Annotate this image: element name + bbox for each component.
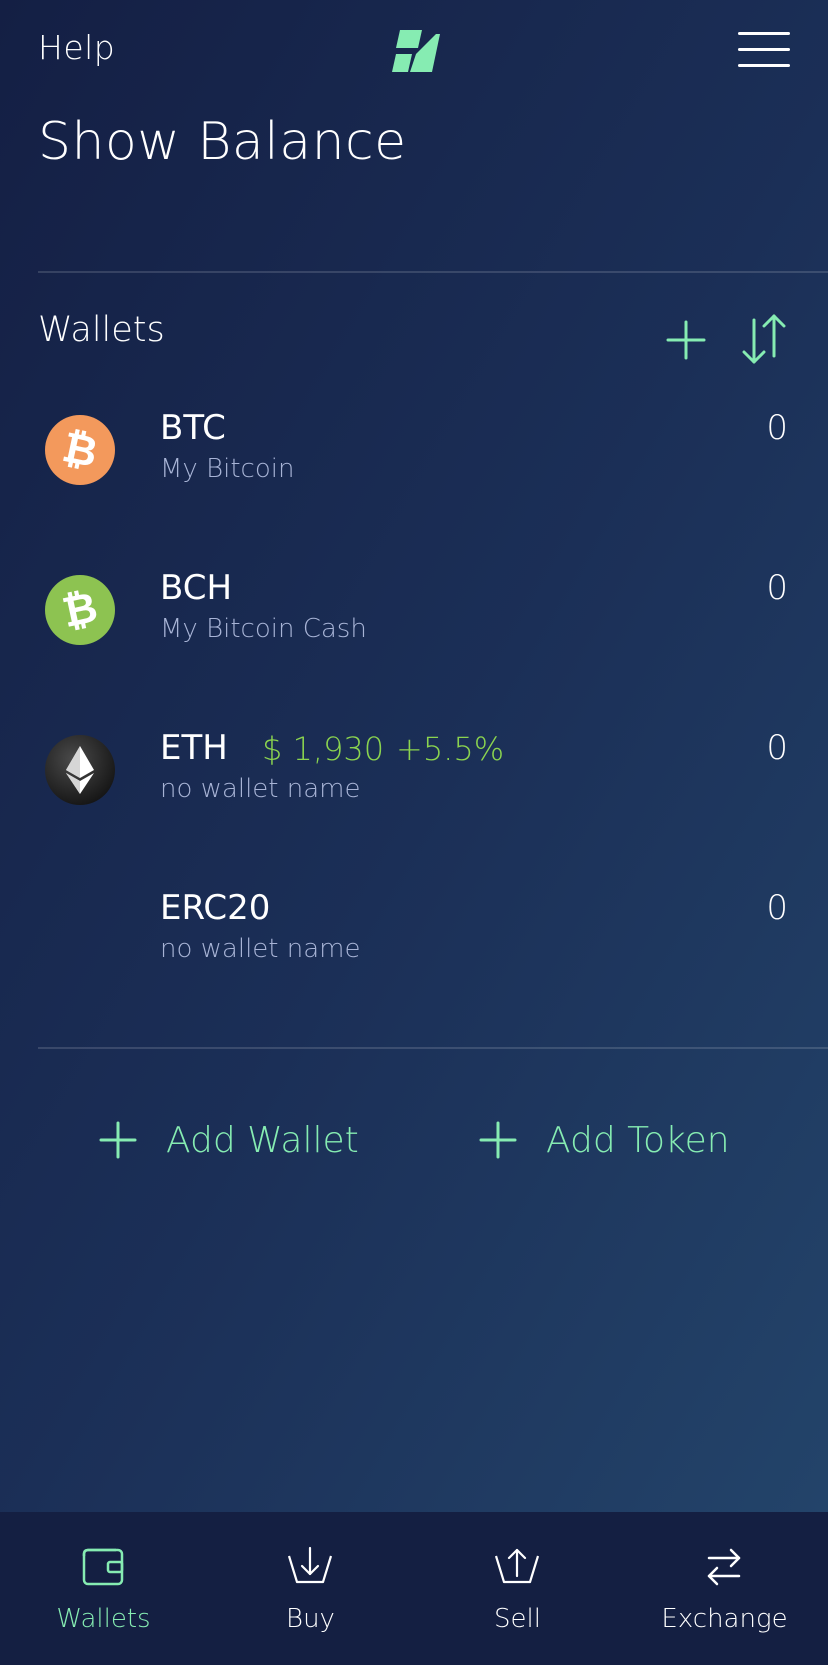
help-button[interactable]: Help	[38, 28, 115, 67]
wallet-name: My Bitcoin Cash	[160, 614, 367, 644]
top-bar: Help	[0, 0, 828, 100]
eth-price-change: +5.5%	[396, 730, 505, 768]
tab-exchange[interactable]: Exchange	[621, 1512, 828, 1665]
plus-icon	[478, 1120, 518, 1160]
tab-label: Exchange	[661, 1604, 788, 1634]
add-token-label: Add Token	[546, 1119, 730, 1161]
add-wallet-button[interactable]: Add Wallet	[98, 1112, 359, 1168]
wallet-symbol: ETH	[160, 728, 228, 768]
wallet-name: no wallet name	[160, 934, 361, 964]
tab-buy[interactable]: Buy	[207, 1512, 414, 1665]
show-balance-button[interactable]: Show Balance	[38, 112, 407, 172]
wallet-balance: 0	[766, 728, 788, 768]
wallet-row-eth[interactable]: ETH $ 1,930 +5.5% no wallet name 0	[0, 720, 828, 830]
wallet-row-btc[interactable]: ₿ BTC My Bitcoin 0	[0, 400, 828, 510]
hamburger-menu-icon[interactable]	[738, 30, 790, 70]
bottom-tab-bar: Wallets Buy Sell Exchange	[0, 1512, 828, 1665]
tab-wallets[interactable]: Wallets	[0, 1512, 207, 1665]
tab-sell[interactable]: Sell	[414, 1512, 621, 1665]
wallet-balance: 0	[766, 568, 788, 608]
wallet-symbol: ERC20	[160, 888, 271, 928]
basket-down-icon	[285, 1542, 335, 1590]
sort-arrows-icon[interactable]	[738, 312, 788, 368]
plus-icon	[98, 1120, 138, 1160]
tab-label: Wallets	[56, 1604, 151, 1634]
wallet-name: no wallet name	[160, 774, 361, 804]
divider	[38, 271, 828, 273]
tab-label: Sell	[494, 1604, 541, 1634]
wallet-row-bch[interactable]: ₿ BCH My Bitcoin Cash 0	[0, 560, 828, 670]
exchange-arrows-icon	[699, 1542, 749, 1590]
basket-up-icon	[492, 1542, 542, 1590]
wallet-name: My Bitcoin	[160, 454, 295, 484]
wallet-balance: 0	[766, 408, 788, 448]
wallet-row-erc20[interactable]: ERC20 no wallet name 0	[0, 880, 828, 990]
bitcoin-cash-icon: ₿	[44, 574, 116, 646]
add-wallet-label: Add Wallet	[166, 1119, 359, 1161]
wallets-section-title: Wallets	[38, 310, 165, 350]
tab-label: Buy	[286, 1604, 335, 1634]
divider	[38, 1047, 828, 1049]
eth-price: $ 1,930	[262, 730, 385, 768]
wallet-balance: 0	[766, 888, 788, 928]
wallet-icon	[78, 1542, 128, 1590]
wallet-symbol: BCH	[160, 568, 233, 608]
wallet-symbol: BTC	[160, 408, 226, 448]
app-logo-icon	[392, 30, 440, 72]
ethereum-icon	[44, 734, 116, 806]
add-token-button[interactable]: Add Token	[478, 1112, 730, 1168]
bitcoin-icon: ₿	[44, 414, 116, 486]
add-wallet-plus-icon[interactable]	[664, 318, 708, 362]
